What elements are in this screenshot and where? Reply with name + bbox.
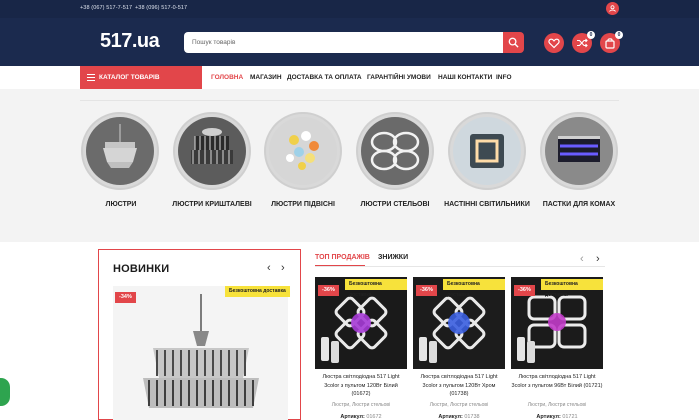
shopping-bag-icon (605, 38, 615, 49)
nav-item-contacts[interactable]: НАШІ КОНТАКТИ (438, 74, 492, 81)
category-label-pendant[interactable]: ЛЮСТРИ ПІДВІСНІ (258, 200, 348, 210)
product-category[interactable]: Люстри, Люстри стельові (315, 402, 407, 408)
products-next-arrow-icon[interactable]: › (596, 253, 600, 265)
products-prev-arrow-icon[interactable]: ‹ (580, 253, 584, 265)
discount-badge: -36% (416, 285, 437, 296)
free-delivery-badge: Безкоштовна доставка (345, 279, 407, 298)
category-label-wall[interactable]: НАСТІННІ СВІТИЛЬНИКИ (442, 200, 532, 210)
search-icon (508, 37, 519, 48)
discount-badge: -36% (318, 285, 339, 296)
product-card[interactable]: -36% Безкоштовна доставка Люстра світлод… (413, 277, 505, 420)
product-category[interactable]: Люстри, Люстри стельові (413, 402, 505, 408)
product-name[interactable]: Люстра світлодіодна 517 Light 3color з п… (511, 373, 603, 390)
discount-badge: -34% (115, 292, 136, 303)
product-article: Артикул: 01721 (536, 414, 578, 420)
nav-item-info[interactable]: INFO (496, 74, 512, 81)
search-bar (184, 32, 525, 53)
nav-item-warranty[interactable]: ГАРАНТІЙНІ УМОВИ (367, 74, 431, 81)
wishlist-button[interactable] (544, 33, 564, 53)
account-button[interactable] (606, 2, 619, 15)
novinky-next-arrow-icon[interactable]: › (281, 262, 285, 274)
shuffle-icon (577, 38, 588, 48)
category-crystal-image[interactable] (173, 112, 251, 190)
product-article: Артикул: 01738 (438, 414, 480, 420)
heart-icon (548, 38, 560, 49)
product-category[interactable]: Люстри, Люстри стельові (511, 402, 603, 408)
product-card[interactable]: -36% Безкоштовна доставка Люстра світлод… (315, 277, 407, 420)
catalog-button[interactable]: КАТАЛОГ ТОВАРІВ (80, 66, 202, 89)
active-tab-indicator (315, 265, 365, 266)
discount-badge: -36% (514, 285, 535, 296)
product-name[interactable]: Люстра світлодіодна 517 Light 3color з п… (315, 373, 407, 399)
user-icon (609, 5, 616, 12)
phone-1[interactable]: +38 (067) 517-7-517 (80, 5, 132, 11)
crystal-chandelier-product-photo (113, 286, 288, 420)
novinky-prev-arrow-icon[interactable]: ‹ (267, 262, 271, 274)
product-card[interactable]: -36% Безкоштовна доставка Люстра світлод… (511, 277, 603, 420)
tab-discounts[interactable]: ЗНИЖКИ (378, 254, 408, 261)
product-article: Артикул: 01672 (340, 414, 382, 420)
phone-2[interactable]: +38 (096) 517-0-517 (135, 5, 187, 11)
category-ceiling-image[interactable] (356, 112, 434, 190)
free-delivery-badge: Безкоштовна доставка (541, 279, 603, 298)
new-product-image[interactable] (113, 286, 288, 420)
nav-item-home[interactable]: ГОЛОВНА (211, 74, 243, 81)
wall-lamp-photo-icon (453, 117, 521, 185)
section-divider (80, 100, 619, 101)
tab-top-sales[interactable]: ТОП ПРОДАЖІВ (315, 254, 370, 261)
catalog-label: КАТАЛОГ ТОВАРІВ (99, 74, 160, 81)
category-label-trap[interactable]: ПАСТКИ ДЛЯ КОМАХ (534, 200, 624, 210)
category-trap-image[interactable] (540, 112, 618, 190)
chat-widget-button[interactable] (0, 378, 10, 406)
new-products-title: НОВИНКИ (113, 263, 170, 275)
category-label-ceiling[interactable]: ЛЮСТРИ СТЕЛЬОВІ (350, 200, 440, 210)
category-label-crystal[interactable]: ЛЮСТРИ КРИШТАЛЕВІ (167, 200, 257, 210)
nav-item-delivery[interactable]: ДОСТАВКА ТА ОПЛАТА (287, 74, 362, 81)
pendant-chandelier-photo-icon (269, 117, 337, 185)
free-delivery-badge: Безкоштовна доставка (225, 286, 290, 297)
site-logo[interactable]: 517.ua (100, 30, 160, 53)
free-delivery-badge: Безкоштовна доставка (443, 279, 505, 298)
crystal-chandelier-photo-icon (178, 117, 246, 185)
nav-item-shop[interactable]: МАГАЗИН (250, 74, 282, 81)
category-chandeliers-image[interactable] (81, 112, 159, 190)
category-wall-image[interactable] (448, 112, 526, 190)
category-label-chandeliers[interactable]: ЛЮСТРИ (76, 200, 166, 210)
chandelier-photo-icon (86, 117, 154, 185)
tabs-divider (315, 266, 605, 267)
product-name[interactable]: Люстра світлодіодна 517 Light 3color з п… (413, 373, 505, 399)
search-button[interactable] (503, 32, 524, 53)
category-pendant-image[interactable] (264, 112, 342, 190)
cart-count-badge: 0 (615, 31, 623, 39)
menu-icon (87, 74, 95, 83)
ceiling-chandelier-photo-icon (361, 117, 429, 185)
compare-count-badge: 0 (587, 31, 595, 39)
search-input[interactable] (184, 32, 503, 53)
insect-trap-photo-icon (545, 117, 613, 185)
